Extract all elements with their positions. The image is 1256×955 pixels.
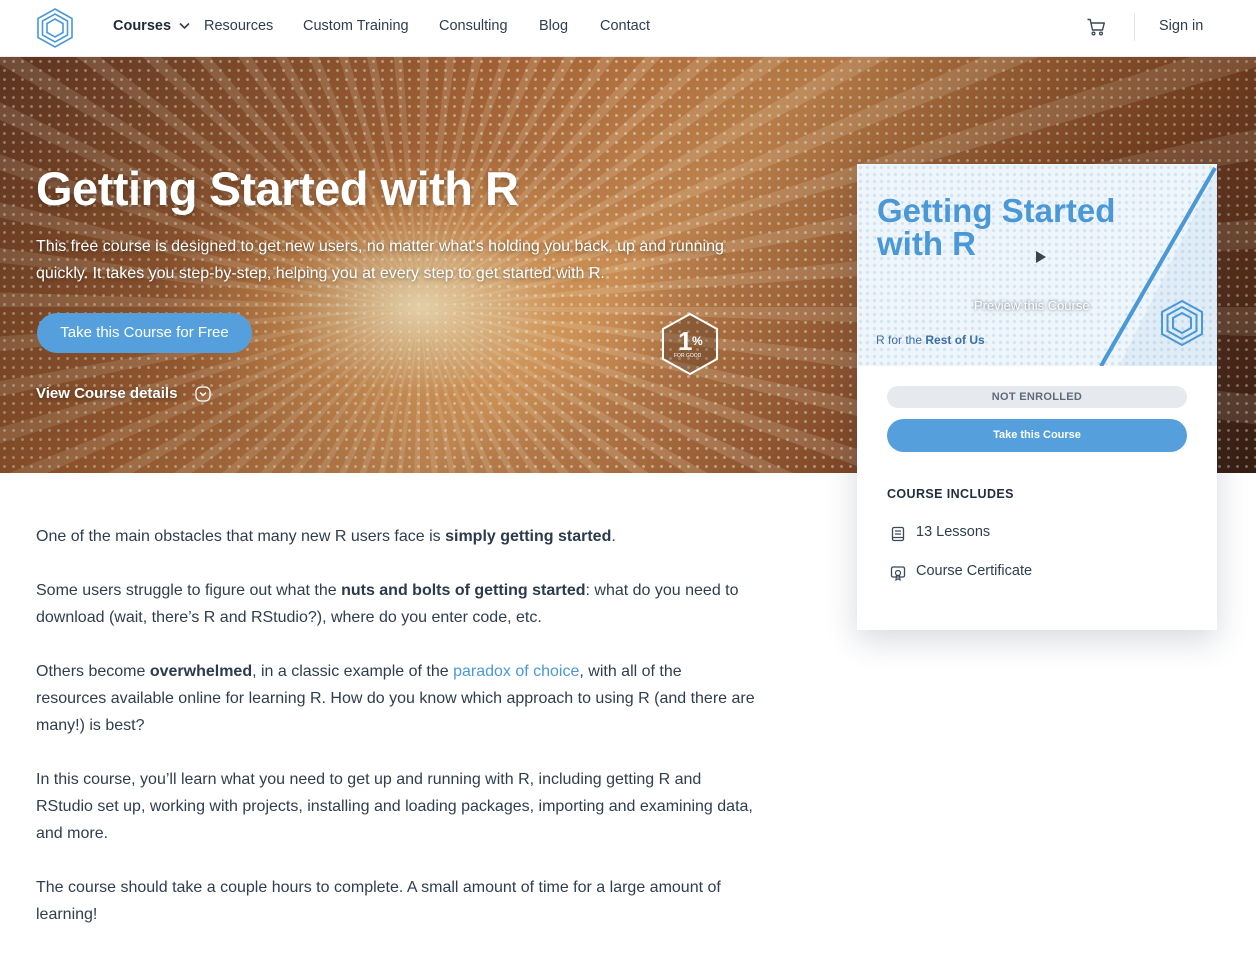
nav-blog[interactable]: Blog <box>539 18 568 34</box>
brand-suffix: Rest of Us <box>925 333 985 347</box>
preview-brand: R for the Rest of Us <box>876 333 985 347</box>
chevron-down-icon <box>179 23 190 30</box>
sign-in-link[interactable]: Sign in <box>1159 18 1203 34</box>
paragraph-5: The course should take a couple hours to… <box>36 879 721 923</box>
preview-title: Getting Started with R <box>877 192 1116 262</box>
take-course-free-button[interactable]: Take this Course for Free <box>37 313 252 353</box>
paradox-of-choice-link[interactable]: paradox of choice <box>453 663 579 680</box>
include-lessons: 13 Lessons <box>916 524 991 540</box>
one-percent-badge-icon: 1 % FOR GOOD <box>662 312 718 376</box>
brand-prefix: R for the <box>876 333 923 347</box>
course-description: One of the main obstacles that many new … <box>36 523 756 955</box>
certificate-icon <box>890 566 906 581</box>
chevron-down-circle-icon[interactable] <box>194 385 212 403</box>
nav-courses-label: Courses <box>113 18 172 34</box>
hexagon-logo-icon <box>1161 299 1203 347</box>
course-card: Getting Started with R Preview this Cour… <box>857 164 1217 630</box>
p2-bold: nuts and bolts of getting started <box>341 582 586 599</box>
paragraph-4: In this course, you’ll learn what you ne… <box>36 771 753 842</box>
p3-bold: overwhelmed <box>149 663 253 680</box>
view-course-details-link[interactable]: View Course details <box>36 385 177 402</box>
hexagon-logo-icon[interactable] <box>36 8 74 48</box>
p3-text: Others become <box>36 663 150 680</box>
course-preview[interactable]: Getting Started with R Preview this Cour… <box>857 164 1217 366</box>
book-icon <box>891 526 905 542</box>
badge-number: 1 <box>678 326 692 356</box>
paragraph-3: Others become overwhelmed, in a classic … <box>36 658 756 739</box>
nav-divider <box>1134 13 1135 41</box>
course-includes-heading: COURSE INCLUDES <box>887 487 1014 501</box>
hero-description: This free course is designed to get new … <box>36 238 724 282</box>
paragraph-2: Some users struggle to figure out what t… <box>36 577 756 631</box>
badge-caption: FOR GOOD <box>674 353 702 359</box>
enrollment-status-badge: NOT ENROLLED <box>887 386 1187 408</box>
hero-title: Getting Started with R <box>36 162 519 215</box>
nav-courses[interactable]: Courses <box>113 18 190 34</box>
paragraph-1: One of the main obstacles that many new … <box>36 523 756 550</box>
p1-bold: simply getting started <box>445 528 612 545</box>
top-nav: Courses Resources Custom Training Consul… <box>0 0 1256 57</box>
take-course-button[interactable]: Take this Course <box>887 419 1187 452</box>
p2-text: Some users struggle to figure out what t… <box>36 582 342 599</box>
badge-symbol: % <box>692 334 703 348</box>
nav-resources[interactable]: Resources <box>204 18 273 34</box>
nav-custom-training[interactable]: Custom Training <box>303 18 409 34</box>
include-certificate: Course Certificate <box>916 563 1033 579</box>
cart-icon[interactable] <box>1086 17 1106 37</box>
p1-end: . <box>611 528 616 545</box>
nav-consulting[interactable]: Consulting <box>439 18 508 34</box>
p1-text: One of the main obstacles that many new … <box>36 528 446 545</box>
p3-mid: , in a classic example of the <box>252 663 454 680</box>
nav-contact[interactable]: Contact <box>600 18 650 34</box>
play-icon[interactable] <box>1033 250 1047 264</box>
preview-course-label[interactable]: Preview this Course <box>974 298 1090 313</box>
